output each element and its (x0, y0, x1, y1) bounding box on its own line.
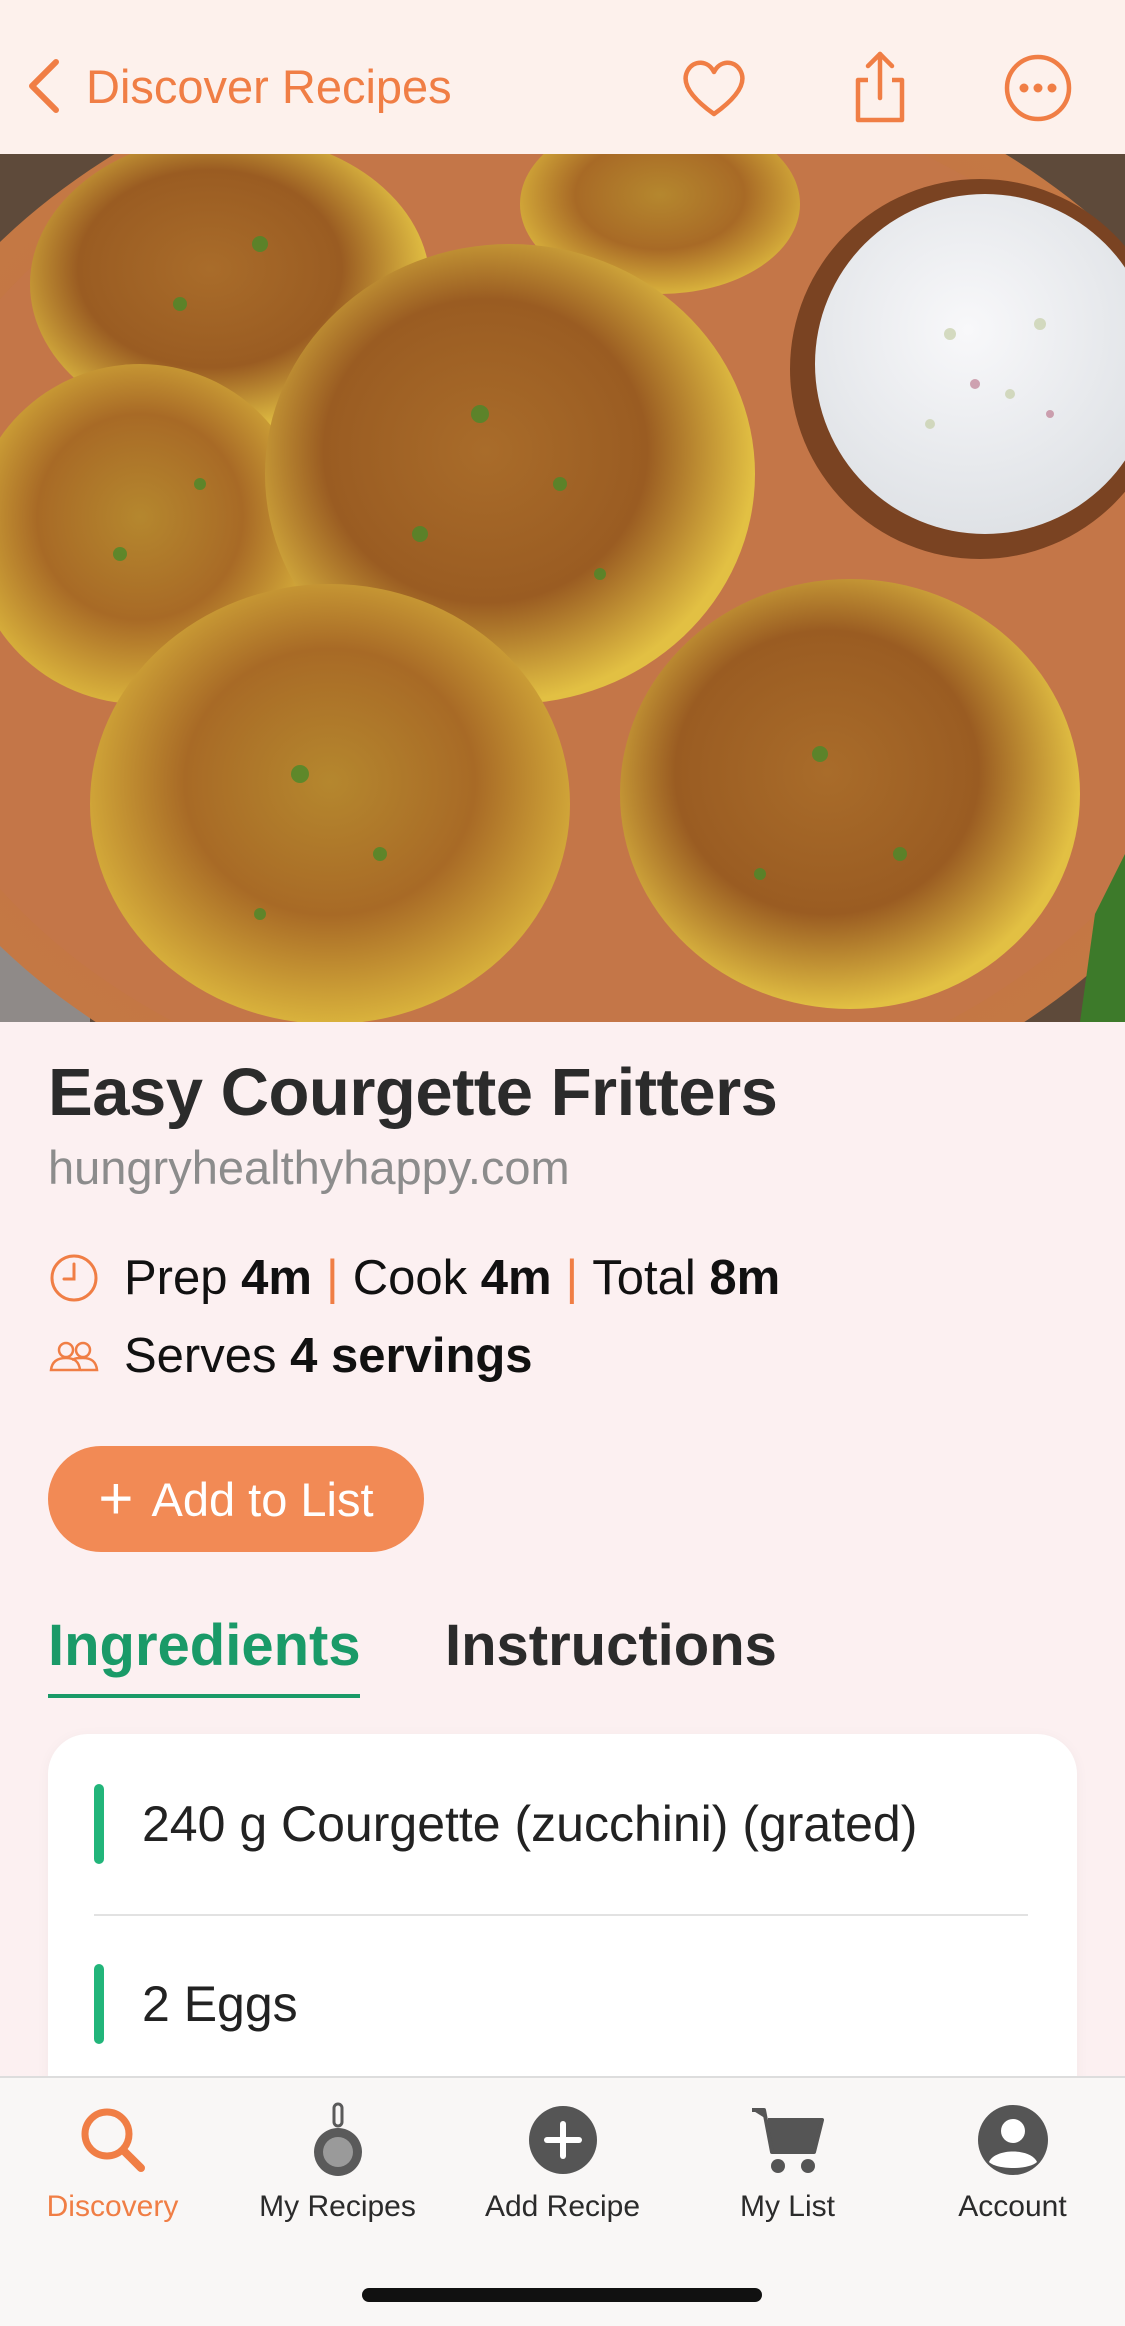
heart-icon[interactable] (676, 50, 752, 126)
navigation-bar: Discover Recipes (0, 0, 1125, 154)
tab-my-recipes[interactable]: My Recipes (225, 2100, 450, 2224)
tab-label: Account (958, 2190, 1067, 2223)
search-icon (81, 2108, 145, 2172)
separator: | (325, 1251, 339, 1305)
cook-value: 4m (480, 1251, 552, 1305)
tab-instructions[interactable]: Instructions (445, 1612, 777, 1679)
ingredient-text: 240 g Courgette (zucchini) (grated) (142, 1796, 918, 1852)
serves-value: 4 servings (290, 1329, 533, 1383)
ingredient-marker (94, 1784, 104, 1864)
active-tab-indicator (48, 1694, 360, 1698)
recipe-hero-image (0, 154, 1125, 1022)
pan-icon (313, 2102, 362, 2176)
add-to-list-label: Add to List (151, 1472, 374, 1526)
cart-icon (751, 2108, 824, 2173)
tab-label: My List (739, 2190, 835, 2223)
ingredient-text: 2 Eggs (142, 1976, 298, 2032)
prep-value: 4m (241, 1251, 312, 1305)
account-icon (977, 2105, 1048, 2175)
tab-label: Discovery (46, 2190, 179, 2223)
people-icon (49, 1341, 99, 1372)
add-to-list-button[interactable]: + Add to List (48, 1446, 424, 1552)
divider (94, 1914, 1028, 1916)
separator: | (565, 1251, 579, 1305)
chevron-left-icon (29, 59, 59, 113)
back-button[interactable]: Discover Recipes (24, 56, 452, 116)
share-icon[interactable] (842, 50, 918, 126)
ingredients-card: 240 g Courgette (zucchini) (grated) 2 Eg… (48, 1734, 1077, 2134)
ingredient-marker (94, 1964, 104, 2044)
more-icon[interactable] (1000, 50, 1076, 126)
time-row: Prep 4m | Cook 4m | Total 8m (48, 1250, 780, 1306)
home-indicator (362, 2288, 762, 2302)
tab-ingredients[interactable]: Ingredients (48, 1612, 361, 1679)
tab-account[interactable]: Account (900, 2100, 1125, 2224)
tab-label: My Recipes (259, 2190, 416, 2223)
plus-icon: + (98, 1465, 134, 1532)
list-item[interactable]: 240 g Courgette (zucchini) (grated) (94, 1784, 917, 1864)
tab-label: Add Recipe (484, 2190, 641, 2223)
clock-icon (50, 1254, 98, 1302)
cook-label: Cook (352, 1251, 468, 1305)
serves-label: Serves (124, 1329, 277, 1383)
recipe-title: Easy Courgette Fritters (48, 1055, 778, 1130)
add-circle-icon (528, 2106, 597, 2174)
total-value: 8m (709, 1251, 781, 1305)
tab-my-list[interactable]: My List (675, 2100, 900, 2224)
recipe-source-link[interactable]: hungryhealthyhappy.com (48, 1140, 570, 1195)
tab-add-recipe[interactable]: Add Recipe (450, 2100, 675, 2224)
prep-label: Prep (124, 1251, 228, 1305)
tab-discovery[interactable]: Discovery (0, 2100, 225, 2224)
serves-row: Serves 4 servings (48, 1328, 533, 1384)
list-item[interactable]: 2 Eggs (94, 1964, 298, 2044)
total-label: Total (592, 1251, 696, 1305)
back-label: Discover Recipes (86, 59, 452, 113)
